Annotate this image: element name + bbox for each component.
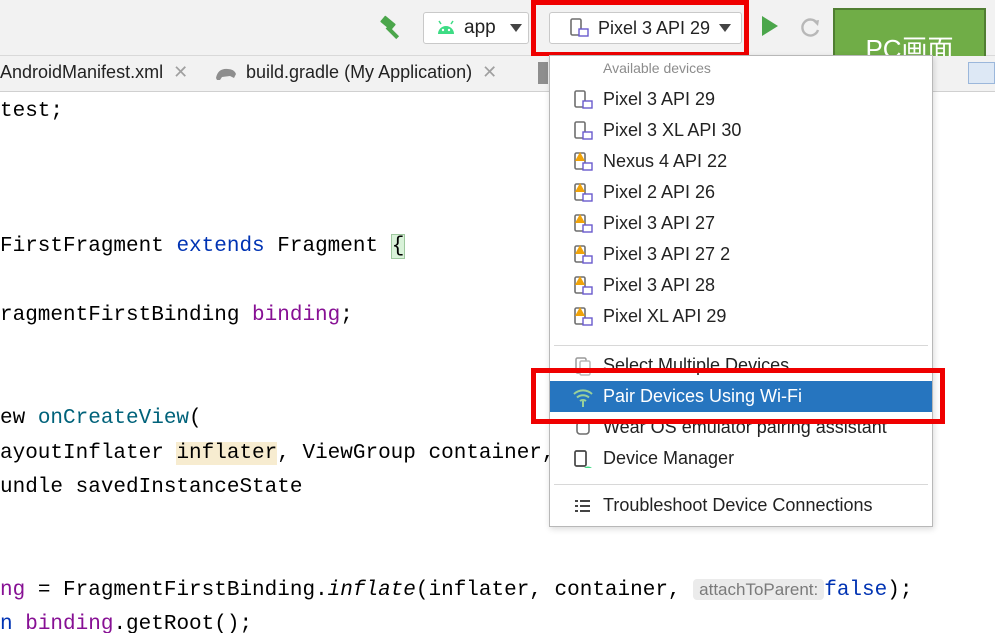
phone-warning-icon [574, 245, 593, 264]
close-icon[interactable]: ✕ [173, 62, 188, 83]
divider [554, 484, 928, 485]
wifi-icon [573, 389, 593, 407]
device-item[interactable]: Pixel 3 XL API 30 [550, 115, 932, 146]
device-item[interactable]: Pixel 3 API 27 [550, 208, 932, 239]
list-icon [575, 500, 590, 512]
device-selector-label: Pixel 3 API 29 [598, 17, 711, 38]
chevron-down-icon [510, 24, 522, 32]
phone-icon [574, 90, 593, 109]
run-config-selector[interactable]: app [423, 12, 529, 44]
tab-label: build.gradle (My Application) [246, 62, 473, 82]
device-manager-item[interactable]: Device Manager [550, 443, 932, 474]
wear-os-pairing-item[interactable]: Wear OS emulator pairing assistant [550, 412, 932, 443]
tab-android-manifest[interactable]: AndroidManifest.xml ✕ [0, 62, 188, 83]
phone-warning-icon [574, 214, 593, 233]
phone-warning-icon [574, 183, 593, 202]
code-line: test; [0, 100, 64, 123]
device-item[interactable]: Pixel 3 API 28 [550, 270, 932, 301]
parameter-hint: attachToParent: [693, 579, 825, 600]
device-selector[interactable]: Pixel 3 API 29 [549, 12, 742, 44]
tab-extra-icon[interactable] [968, 62, 995, 84]
code-line: ragmentFirstBinding binding; [0, 304, 353, 327]
multi-device-icon [575, 357, 591, 376]
device-dropdown: Available devices Pixel 3 API 29 Pixel 3 … [549, 55, 933, 527]
tab-build-gradle[interactable]: build.gradle (My Application) ✕ [214, 62, 497, 83]
gradle-icon [216, 68, 236, 80]
device-item[interactable]: Pixel XL API 29 [550, 301, 932, 332]
android-icon [438, 20, 454, 34]
available-devices-header: Available devices [603, 60, 711, 76]
run-icon[interactable] [762, 16, 778, 36]
device-item[interactable]: Pixel 3 API 27 2 [550, 239, 932, 270]
phone-warning-icon [574, 276, 593, 295]
phone-icon [574, 121, 593, 140]
troubleshoot-item[interactable]: Troubleshoot Device Connections [550, 490, 932, 521]
rerun-icon[interactable] [797, 14, 823, 40]
tab-label: AndroidManifest.xml [0, 62, 164, 82]
close-icon[interactable]: ✕ [482, 62, 497, 83]
device-item[interactable]: Nexus 4 API 22 [550, 146, 932, 177]
watch-icon [576, 421, 590, 435]
chevron-down-icon [719, 24, 731, 32]
phone-warning-icon [574, 307, 593, 326]
code-line: undle savedInstanceState [0, 476, 303, 499]
pair-devices-wifi-item[interactable]: Pair Devices Using Wi-Fi [550, 381, 932, 412]
phone-icon [570, 18, 589, 37]
hammer-icon[interactable] [378, 14, 406, 42]
code-line: ayoutInflater inflater, ViewGroup contai… [0, 442, 555, 465]
phone-warning-icon [574, 152, 593, 171]
code-line: n binding.getRoot(); [0, 613, 253, 633]
device-item[interactable]: Pixel 2 API 26 [550, 177, 932, 208]
code-line: ng = FragmentFirstBinding.inflate(inflat… [0, 579, 913, 602]
select-multiple-devices-item[interactable]: Select Multiple Devices [550, 350, 932, 381]
code-line: FirstFragment extends Fragment { [0, 234, 406, 259]
device-manager-icon [574, 450, 592, 468]
code-line: ew onCreateView( [0, 407, 202, 430]
device-item[interactable]: Pixel 3 API 29 [550, 84, 932, 115]
tab-overflow-icon [538, 62, 548, 84]
divider [554, 345, 928, 346]
run-config-label: app [464, 17, 496, 38]
